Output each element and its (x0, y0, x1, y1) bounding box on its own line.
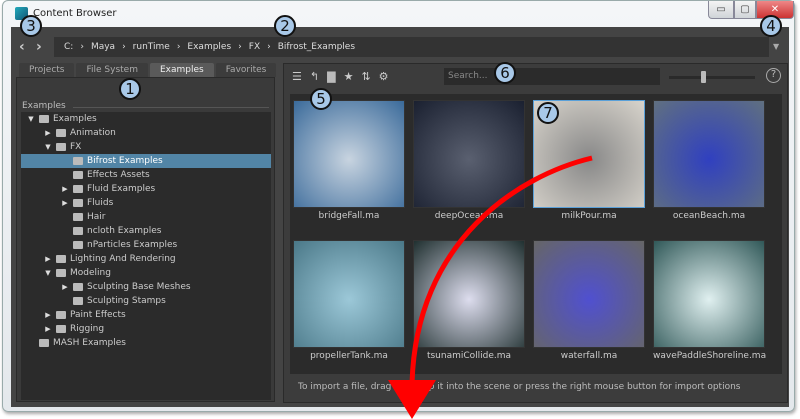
callout-7: 7 (537, 102, 559, 124)
drag-arrow-icon (388, 155, 593, 419)
callout-2: 2 (274, 15, 296, 37)
callout-6: 6 (494, 62, 516, 84)
callout-1: 1 (119, 78, 141, 100)
callout-3: 3 (20, 15, 42, 37)
callout-4: 4 (760, 15, 782, 37)
callout-5: 5 (310, 88, 332, 110)
